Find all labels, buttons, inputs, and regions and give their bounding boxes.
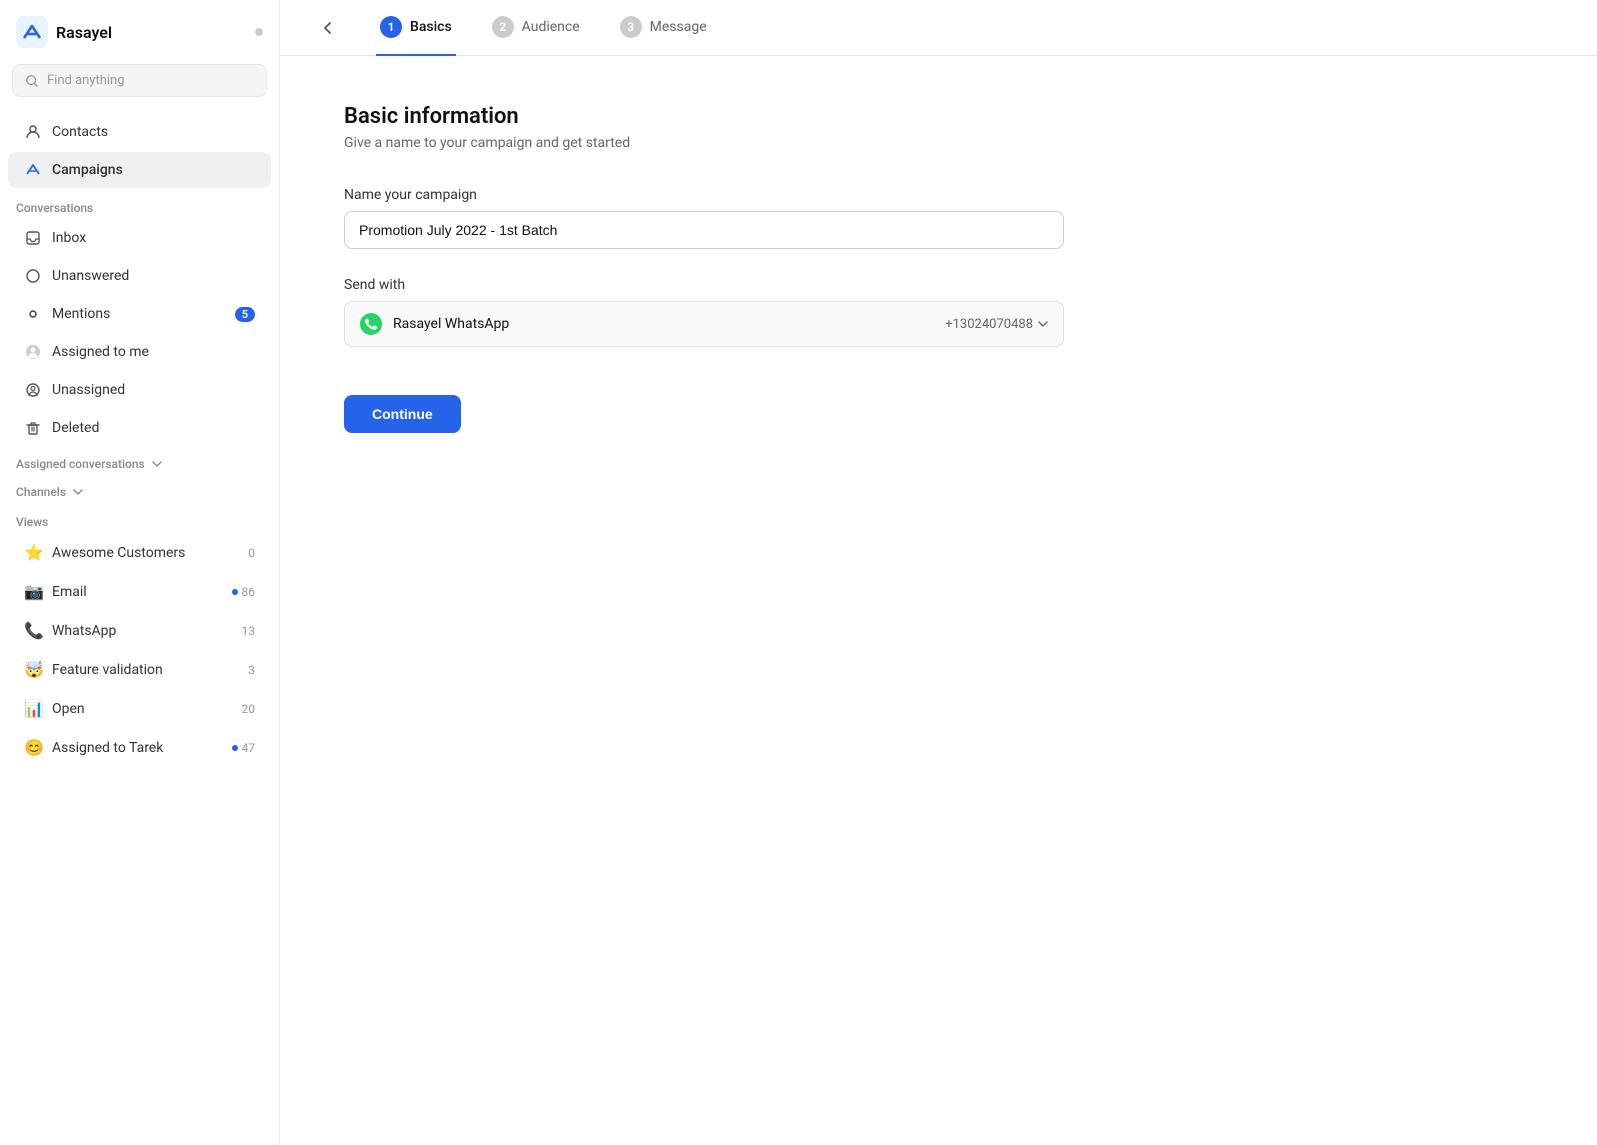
sidebar-item-email[interactable]: 📷 Email 86: [8, 573, 271, 610]
mentions-icon: [24, 305, 42, 323]
search-box[interactable]: Find anything: [12, 64, 267, 97]
send-with-group: Send with Rasayel WhatsApp +13024070488: [344, 277, 1533, 347]
email-count: 86: [232, 585, 256, 599]
channels-collapse[interactable]: Channels: [0, 475, 279, 503]
top-nav: 1 Basics 2 Audience 3 Message: [280, 0, 1597, 56]
tarek-dot: [232, 745, 238, 751]
contacts-label: Contacts: [52, 124, 108, 140]
assigned-tarek-count: 47: [232, 741, 256, 755]
whatsapp-label: WhatsApp: [52, 623, 116, 639]
tab-basics-label: Basics: [410, 19, 452, 35]
continue-button[interactable]: Continue: [344, 395, 461, 433]
dropdown-chevron-icon: [1037, 318, 1049, 330]
assigned-me-label: Assigned to me: [52, 344, 149, 360]
assigned-conversations-label: Assigned conversations: [16, 457, 145, 471]
contacts-icon: [24, 123, 42, 141]
back-button[interactable]: [312, 12, 344, 44]
views-section-label: Views: [0, 503, 279, 533]
open-count: 20: [242, 702, 256, 716]
deleted-icon: [24, 419, 42, 437]
sidebar-item-feature-validation[interactable]: 🤯 Feature validation 3: [8, 651, 271, 688]
sidebar-item-campaigns[interactable]: Campaigns: [8, 152, 271, 188]
mentions-badge: 5: [235, 307, 255, 322]
inbox-icon: [24, 229, 42, 247]
send-with-label: Send with: [344, 277, 1533, 293]
sidebar-item-unanswered[interactable]: Unanswered: [8, 258, 271, 294]
search-container[interactable]: Find anything: [12, 64, 267, 97]
step-3-circle: 3: [620, 16, 642, 38]
step-1-circle: 1: [380, 16, 402, 38]
sidebar-item-mentions[interactable]: Mentions 5: [8, 296, 271, 332]
tab-basics[interactable]: 1 Basics: [376, 0, 456, 56]
sidebar-item-awesome-customers[interactable]: ⭐ Awesome Customers 0: [8, 534, 271, 571]
send-with-select[interactable]: Rasayel WhatsApp +13024070488: [344, 301, 1064, 347]
mentions-label: Mentions: [52, 306, 110, 322]
deleted-label: Deleted: [52, 420, 99, 436]
unassigned-label: Unassigned: [52, 382, 125, 398]
status-dot: [255, 28, 263, 36]
chevron-down-icon: [151, 458, 163, 470]
open-label: Open: [52, 701, 85, 717]
awesome-customers-count: 0: [248, 546, 255, 560]
sidebar-item-deleted[interactable]: Deleted: [8, 410, 271, 446]
channels-chevron-icon: [72, 486, 84, 498]
sidebar-header: Rasayel: [0, 0, 279, 60]
whatsapp-view-icon: 📞: [24, 621, 42, 640]
unanswered-label: Unanswered: [52, 268, 129, 284]
email-label: Email: [52, 584, 87, 600]
assigned-me-icon: [24, 343, 42, 361]
unassigned-icon: [24, 381, 42, 399]
sidebar: Rasayel Find anything Contacts: [0, 0, 280, 1145]
campaign-name-input[interactable]: [344, 211, 1064, 249]
step-2-circle: 2: [492, 16, 514, 38]
tab-message[interactable]: 3 Message: [616, 0, 711, 56]
whatsapp-icon: [359, 312, 383, 336]
form-subtitle: Give a name to your campaign and get sta…: [344, 135, 1533, 151]
campaign-name-label: Name your campaign: [344, 187, 1533, 203]
sidebar-item-assigned-to-me[interactable]: Assigned to me: [8, 334, 271, 370]
tab-audience-label: Audience: [522, 19, 580, 35]
content-area: Basic information Give a name to your ca…: [280, 56, 1597, 1145]
app-title: Rasayel: [56, 23, 112, 42]
sidebar-item-open[interactable]: 📊 Open 20: [8, 690, 271, 727]
search-placeholder: Find anything: [47, 73, 125, 88]
sidebar-item-unassigned[interactable]: Unassigned: [8, 372, 271, 408]
open-icon: 📊: [24, 699, 42, 718]
conversations-section-label: Conversations: [0, 189, 279, 219]
campaigns-icon: [24, 161, 42, 179]
sidebar-item-assigned-tarek[interactable]: 😊 Assigned to Tarek 47: [8, 729, 271, 766]
main-content: 1 Basics 2 Audience 3 Message Basic info…: [280, 0, 1597, 1145]
sidebar-item-whatsapp[interactable]: 📞 WhatsApp 13: [8, 612, 271, 649]
channels-label: Channels: [16, 485, 66, 499]
send-with-name: Rasayel WhatsApp: [393, 316, 935, 332]
send-with-number: +13024070488: [945, 317, 1049, 332]
awesome-customers-label: Awesome Customers: [52, 545, 185, 561]
awesome-customers-icon: ⭐: [24, 543, 42, 562]
campaigns-label: Campaigns: [52, 162, 123, 178]
search-icon: [25, 74, 39, 88]
feature-validation-label: Feature validation: [52, 662, 163, 678]
assigned-tarek-label: Assigned to Tarek: [52, 740, 163, 756]
sidebar-item-inbox[interactable]: Inbox: [8, 220, 271, 256]
step-tabs: 1 Basics 2 Audience 3 Message: [376, 0, 711, 56]
feature-validation-count: 3: [248, 663, 255, 677]
unanswered-icon: [24, 267, 42, 285]
assigned-conversations-collapse[interactable]: Assigned conversations: [0, 447, 279, 475]
campaign-name-group: Name your campaign: [344, 187, 1533, 249]
whatsapp-count: 13: [242, 624, 256, 638]
tab-audience[interactable]: 2 Audience: [488, 0, 584, 56]
feature-validation-icon: 🤯: [24, 660, 42, 679]
app-logo: [16, 16, 48, 48]
form-title: Basic information: [344, 104, 1533, 129]
tab-message-label: Message: [650, 19, 707, 35]
sidebar-item-contacts[interactable]: Contacts: [8, 114, 271, 150]
email-icon: 📷: [24, 582, 42, 601]
assigned-tarek-icon: 😊: [24, 738, 42, 757]
inbox-label: Inbox: [52, 230, 86, 246]
email-dot: [232, 589, 238, 595]
